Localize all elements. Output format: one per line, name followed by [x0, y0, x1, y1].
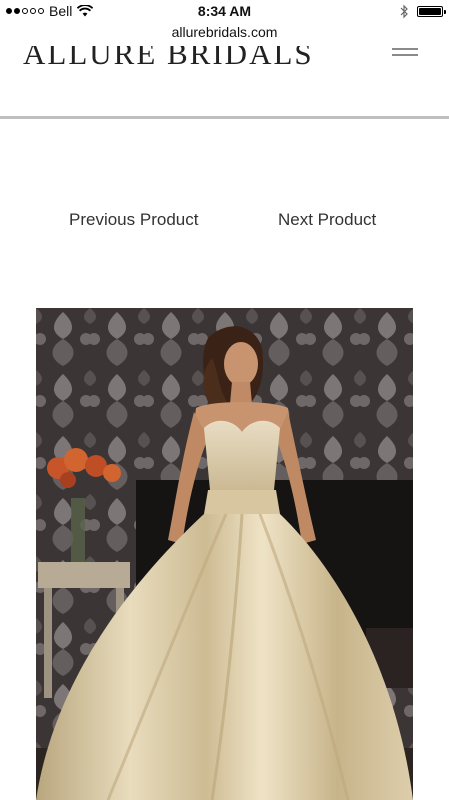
status-time: 8:34 AM	[197, 3, 252, 19]
site-header: ALLURE BRIDALS	[0, 46, 449, 116]
brand-logo[interactable]: ALLURE BRIDALS	[23, 46, 314, 72]
product-image[interactable]	[36, 308, 413, 800]
url-bar[interactable]: allurebridals.com	[0, 24, 449, 46]
product-navigation: Previous Product Next Product	[0, 210, 449, 234]
next-product-link[interactable]: Next Product	[278, 210, 376, 230]
header-divider	[0, 116, 449, 119]
battery-icon	[417, 6, 446, 17]
hamburger-menu-icon[interactable]	[392, 48, 418, 64]
bluetooth-icon	[400, 4, 408, 19]
gown-photo	[36, 308, 413, 800]
status-right	[399, 4, 446, 19]
previous-product-link[interactable]: Previous Product	[69, 210, 198, 230]
status-bar: Bell 8:34 AM	[0, 0, 449, 24]
